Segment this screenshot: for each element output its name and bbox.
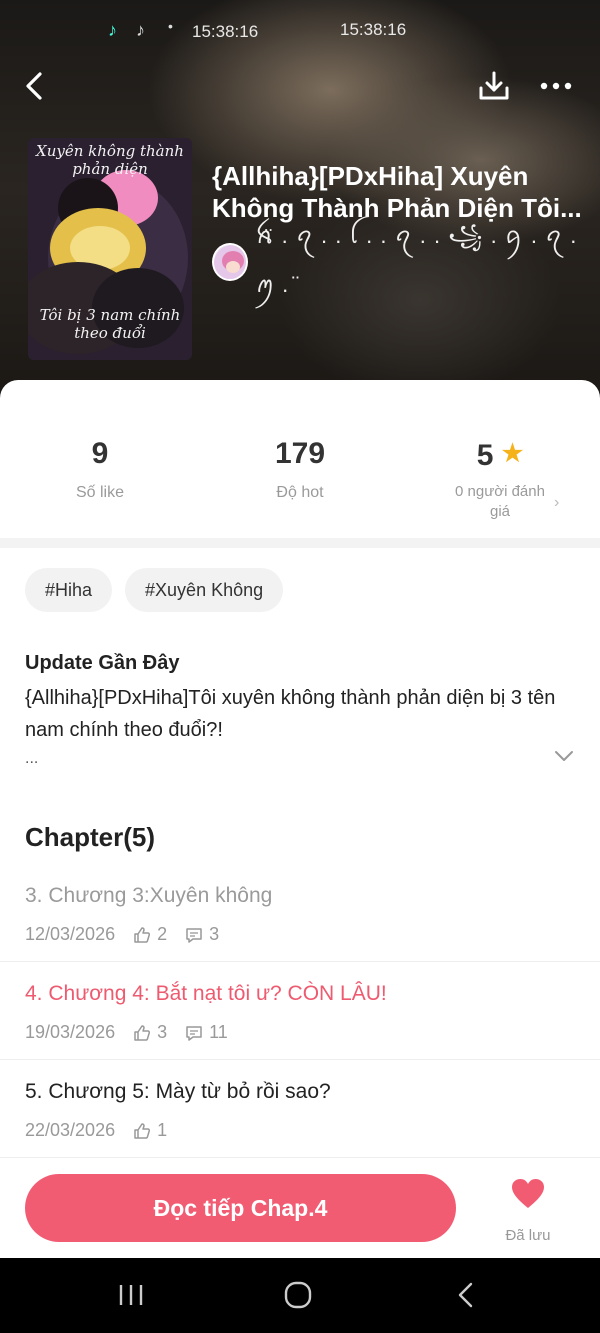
heart-icon	[496, 1178, 560, 1219]
rating-label: 0 người đánh giá	[455, 483, 545, 520]
thumb-up-icon	[134, 926, 151, 943]
tag-list: #Hiha #Xuyên Không	[25, 568, 284, 612]
hot-count: 179	[274, 437, 326, 470]
chevron-left-icon	[26, 72, 42, 100]
cover-title-bottom: Tôi bị 3 nam chính theo đuổi	[39, 306, 181, 342]
chapter-title: 5. Chương 5: Mày từ bỏ rồi sao?	[25, 1080, 331, 1103]
recent-apps-icon	[119, 1285, 143, 1305]
like-count: 3	[157, 1022, 168, 1042]
saved-button[interactable]: Đã lưu	[496, 1178, 560, 1244]
chapter-item-4[interactable]: 4. Chương 4: Bắt nạt tôi ư? CÒN LÂU! 19/…	[0, 962, 600, 1060]
update-ellipsis: ...	[25, 750, 39, 767]
tiktok-icon: ♪	[136, 20, 145, 40]
update-text: {Allhiha}[PDxHiha]Tôi xuyên không thành …	[25, 687, 556, 741]
chapter-item-5[interactable]: 5. Chương 5: Mày từ bỏ rồi sao? 22/03/20…	[0, 1060, 600, 1158]
chapter-header: Chapter(5)	[25, 822, 156, 852]
thumb-up-icon	[134, 1122, 151, 1139]
hot-label: Độ hot	[276, 484, 324, 501]
comment-icon	[186, 927, 202, 943]
likes-label: Số like	[75, 484, 125, 501]
chevron-down-icon	[555, 751, 573, 761]
chapter-title: 4. Chương 4: Bắt nạt tôi ư? CÒN LÂU!	[25, 982, 387, 1005]
system-nav-bar	[0, 1258, 600, 1333]
thumb-up-icon	[134, 1024, 151, 1041]
comment-count: 11	[209, 1022, 228, 1042]
author-name: ꫝ̈ . ꪖ . . ꪶ . . ꪖ . . ꧁ . ꪇ . ꪖ . ꪑ . ̈	[255, 222, 578, 297]
book-details: 9 Số like 179 Độ hot 5 ★ 0 người đánh gi…	[0, 380, 600, 1260]
status-time: 15:38:16	[192, 22, 259, 41]
chevron-right-icon: ›	[554, 494, 560, 511]
chapter-item-3[interactable]: 3. Chương 3:Xuyên không 12/03/2026 2 3	[0, 864, 600, 962]
download-button[interactable]	[474, 66, 514, 106]
download-icon	[479, 71, 509, 100]
comment-icon	[186, 1025, 202, 1041]
home-icon	[284, 1281, 312, 1309]
star-icon: ★	[501, 440, 524, 467]
chapter-meta: 12/03/2026 2 3	[25, 924, 219, 945]
dot-icon: •	[168, 18, 173, 34]
book-hero: ♪ ♪ • 15:38:16 15:38:16 Xuyên không thàn…	[0, 0, 600, 420]
comment-count: 3	[209, 924, 220, 944]
back-button[interactable]	[18, 66, 54, 106]
tag-xuyen-khong[interactable]: #Xuyên Không	[125, 568, 284, 612]
chapter-meta: 22/03/2026 1	[25, 1120, 167, 1141]
tag-hiha[interactable]: #Hiha	[25, 568, 113, 612]
status-bar: ♪ ♪ • 15:38:16 15:38:16	[0, 14, 600, 46]
action-bar: Đọc tiếp Chap.4 Đã lưu	[0, 1160, 600, 1258]
rating-number: 5	[476, 439, 494, 472]
chapter-date: 22/03/2026	[25, 1120, 116, 1140]
stats-row: 9 Số like 179 Độ hot 5 ★ 0 người đánh gi…	[0, 380, 600, 538]
chapter-date: 12/03/2026	[25, 924, 116, 944]
tiktok-icon: ♪	[108, 20, 117, 40]
system-back-button[interactable]	[452, 1280, 482, 1315]
saved-label: Đã lưu	[505, 1227, 551, 1244]
author-row[interactable]: ꫝ̈ . ꪖ . . ꪶ . . ꪖ . . ꧁ . ꪇ . ꪖ . ꪑ . ̈	[212, 223, 600, 297]
like-count: 2	[157, 924, 168, 944]
avatar	[212, 243, 248, 281]
back-icon	[458, 1282, 473, 1308]
chapter-date: 19/03/2026	[25, 1022, 116, 1042]
expand-button[interactable]	[552, 746, 576, 766]
book-title-line1: {Allhiha}[PDxHiha] Xuyên	[212, 161, 529, 191]
home-button[interactable]	[282, 1280, 314, 1315]
cover-title-top: Xuyên không thành phản diện	[36, 142, 184, 178]
status-time-overlay: 15:38:16	[340, 20, 407, 39]
rating-value: 5 ★	[400, 436, 600, 474]
likes-count: 9	[91, 437, 109, 470]
more-button[interactable]	[536, 70, 576, 102]
more-icon	[540, 82, 572, 90]
chapter-title: 3. Chương 3:Xuyên không	[25, 884, 273, 907]
section-divider	[0, 538, 600, 548]
like-count: 1	[157, 1120, 168, 1140]
recent-apps-button[interactable]	[116, 1280, 146, 1315]
chapter-list: 3. Chương 3:Xuyên không 12/03/2026 2 3 4…	[0, 864, 600, 1158]
chapter-meta: 19/03/2026 3 11	[25, 1022, 228, 1043]
book-cover[interactable]: Xuyên không thành phản diện Tôi bị 3 nam…	[28, 138, 192, 360]
stat-rating[interactable]: 5 ★ 0 người đánh giá	[400, 436, 600, 522]
stat-likes: 9 Số like	[0, 436, 200, 502]
update-title: Update Gần Đây	[25, 652, 180, 674]
stat-hot: 179 Độ hot	[200, 436, 400, 502]
continue-reading-button[interactable]: Đọc tiếp Chap.4	[25, 1174, 456, 1242]
